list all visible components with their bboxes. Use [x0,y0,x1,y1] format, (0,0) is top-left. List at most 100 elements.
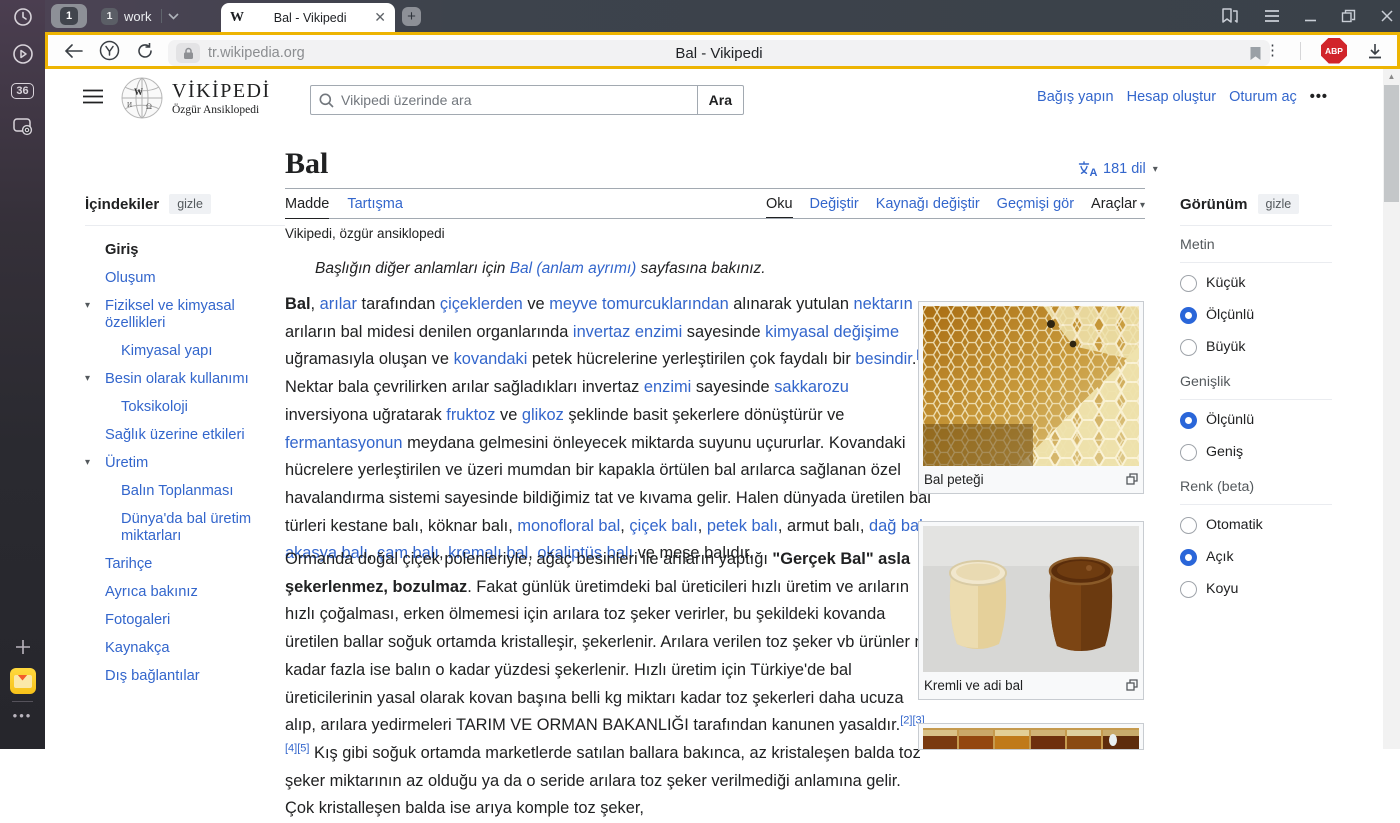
page-scrollbar[interactable]: ▲ [1383,69,1400,749]
extensions-menu-icon[interactable]: ⋮ [1265,49,1280,53]
login-link[interactable]: Oturum aç [1229,89,1297,105]
radio-button-icon[interactable] [1180,549,1197,566]
thumb-honey-varieties[interactable] [918,723,1144,750]
browser-home-icon[interactable] [99,40,120,61]
toc-item[interactable]: Kimyasal yapı [85,337,285,365]
article-tab[interactable]: Değiştir [810,196,859,218]
toc-hide-button[interactable]: gizle [169,194,211,214]
thumb-honeycomb[interactable]: Bal peteği [918,301,1144,494]
toc-item[interactable]: Fotogaleri [85,606,285,634]
panels-icon[interactable] [1220,7,1240,25]
appearance-radio-option[interactable]: Otomatik [1180,509,1332,541]
search-box[interactable] [310,85,698,115]
toc-item[interactable]: Oluşum [85,264,285,292]
donate-link[interactable]: Bağış yapın [1037,89,1114,105]
article-link[interactable]: monofloral bal [517,517,620,535]
toc-item[interactable]: Giriş [85,236,285,264]
downloads-icon[interactable] [1367,43,1383,59]
toc-item[interactable]: Toksikoloji [85,393,285,421]
close-tab-icon[interactable]: ✕ [374,9,386,26]
appearance-radio-option[interactable]: Koyu [1180,573,1332,605]
search-button[interactable]: Ara [698,85,744,115]
thumb-honey-jars[interactable]: Kremli ve adi bal [918,521,1144,700]
expand-image-icon[interactable] [1126,473,1138,485]
restore-window-icon[interactable] [1341,9,1356,23]
appearance-radio-option[interactable]: Ölçünlü [1180,404,1332,436]
toc-item[interactable]: Tarihçe [85,550,285,578]
appearance-radio-option[interactable]: Büyük [1180,331,1332,363]
screenshot-icon[interactable] [0,115,45,139]
article-link[interactable]: kimyasal değişime [765,323,899,341]
tab-group-work[interactable]: 1 work [95,4,185,28]
bookmark-flag-icon[interactable] [1249,46,1262,61]
active-tab[interactable]: W Bal - Vikipedi ✕ [221,3,395,32]
chevron-down-icon[interactable] [168,13,179,20]
rail-more-icon[interactable]: ••• [0,707,45,723]
play-panel-icon[interactable] [0,42,45,66]
toc-item[interactable]: ▾Üretim [85,449,285,477]
wiki-menu-icon[interactable] [83,89,105,104]
wikipedia-logo[interactable]: W Ω И Vİkİpedİ Özgür Ansiklopedi [119,76,271,120]
radio-button-icon[interactable] [1180,517,1197,534]
language-selector[interactable]: A 181 dil ▾ [1078,161,1158,177]
article-link[interactable]: arılar [320,295,357,313]
workspace-switcher[interactable]: 1 [51,4,87,28]
yandex-mail-icon[interactable] [0,666,45,696]
toc-chevron-icon[interactable]: ▾ [85,454,90,471]
article-tab[interactable]: Tartışma [347,196,403,218]
radio-button-icon[interactable] [1180,339,1197,356]
article-link[interactable]: besindir [855,350,912,368]
new-tab-button[interactable]: + [402,7,421,26]
create-account-link[interactable]: Hesap oluştur [1127,89,1216,105]
toc-item[interactable]: Balın Toplanması [85,477,285,505]
appearance-hide-button[interactable]: gizle [1258,194,1300,214]
scroll-up-arrow[interactable]: ▲ [1383,72,1400,81]
back-icon[interactable] [64,44,83,58]
radio-button-icon[interactable] [1180,444,1197,461]
secure-lock-icon[interactable] [176,43,200,63]
article-link[interactable]: sakkarozu [774,378,849,396]
tab-counter-badge[interactable]: 36 [0,81,45,101]
radio-button-icon[interactable] [1180,581,1197,598]
article-link[interactable]: nektarın [854,295,913,313]
toc-item[interactable]: Dış bağlantılar [85,662,285,690]
article-link[interactable]: fermantasyonun [285,434,403,452]
toc-item[interactable]: Ayrıca bakınız [85,578,285,606]
article-tab[interactable]: Oku [766,196,793,218]
article-link[interactable]: invertaz enzimi [573,323,682,341]
toc-chevron-icon[interactable]: ▾ [85,370,90,387]
toc-item[interactable]: ▾Fiziksel ve kimyasal özellikleri [85,292,285,337]
toc-item[interactable]: Dünya'da bal üretim miktarları [85,505,285,550]
article-tab[interactable]: Geçmişi gör [997,196,1074,218]
browser-menu-icon[interactable] [1264,9,1280,23]
article-tab[interactable]: Madde [285,196,329,219]
article-tab[interactable]: Kaynağı değiştir [876,196,980,218]
article-link[interactable]: çiçek balı [629,517,697,535]
article-link[interactable]: petek balı [707,517,778,535]
toc-chevron-icon[interactable]: ▾ [85,297,90,314]
history-clock-icon[interactable] [0,5,45,29]
radio-button-icon[interactable] [1180,275,1197,292]
appearance-radio-option[interactable]: Ölçünlü [1180,299,1332,331]
article-link[interactable]: kovandaki [454,350,528,368]
adblock-plus-icon[interactable]: ABP [1321,38,1347,64]
appearance-radio-option[interactable]: Geniş [1180,436,1332,468]
reload-icon[interactable] [136,42,154,60]
expand-image-icon[interactable] [1126,679,1138,691]
close-window-icon[interactable] [1380,9,1394,23]
appearance-radio-option[interactable]: Küçük [1180,267,1332,299]
article-link[interactable]: çiçeklerden [440,295,523,313]
minimize-icon[interactable] [1304,10,1317,22]
scrollbar-thumb[interactable] [1384,85,1399,202]
article-link[interactable]: enzimi [644,378,691,396]
toc-item[interactable]: ▾Besin olarak kullanımı [85,365,285,393]
article-link[interactable]: Bal (anlam ayrımı) [510,260,637,277]
toc-item[interactable]: Kaynakça [85,634,285,662]
article-tab[interactable]: Araçlar▾ [1091,196,1145,218]
reference-link[interactable]: [2][3][4][5] [285,715,925,755]
more-options-icon[interactable]: ••• [1310,89,1328,105]
article-link[interactable]: fruktoz [446,406,495,424]
search-input[interactable] [341,92,689,108]
appearance-radio-option[interactable]: Açık [1180,541,1332,573]
radio-button-icon[interactable] [1180,307,1197,324]
